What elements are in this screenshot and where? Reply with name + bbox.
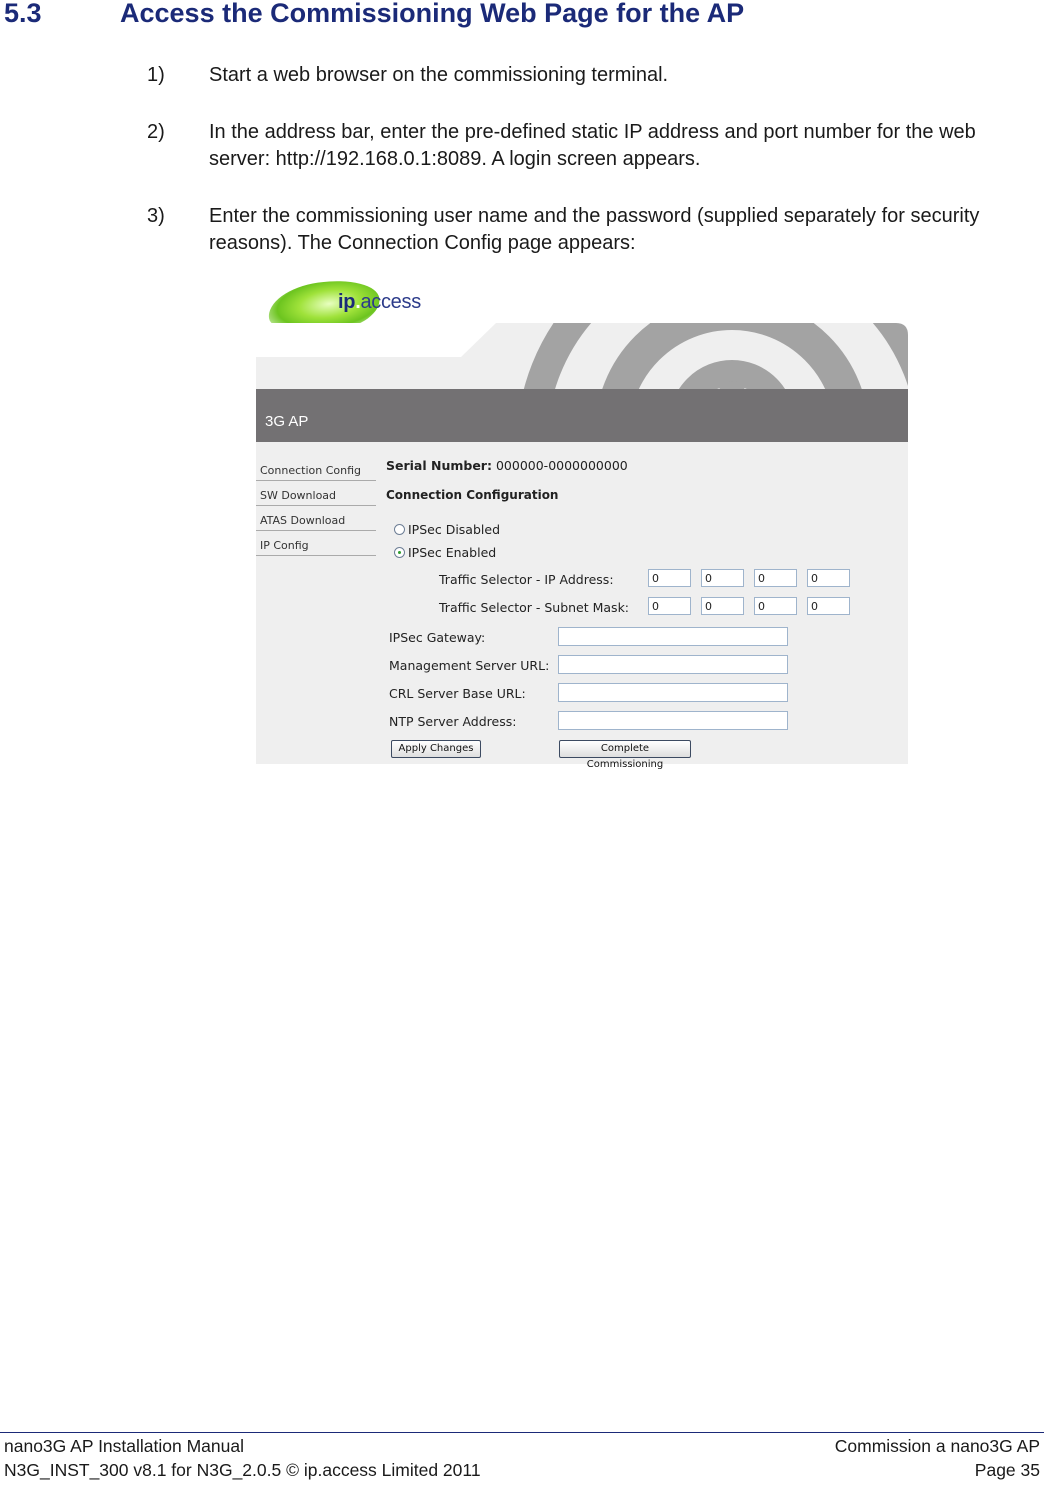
connection-config-screenshot: ip.access 3G AP Connection Config SW Dow…	[256, 274, 908, 770]
app-title: 3G AP	[265, 413, 309, 430]
management-server-url-label: Management Server URL:	[389, 658, 550, 673]
step-text: Enter the commissioning user name and th…	[209, 204, 980, 255]
nav-ip-config[interactable]: IP Config	[256, 531, 376, 556]
nav-sw-download[interactable]: SW Download	[256, 481, 376, 506]
serial-label: Serial Number:	[386, 458, 492, 473]
section-heading: 5.3 Access the Commissioning Web Page for…	[4, 0, 744, 29]
traffic-selector-ip-label: Traffic Selector - IP Address:	[439, 572, 614, 587]
step-item: 3) Enter the commissioning user name and…	[147, 203, 1042, 258]
logo-access: access	[360, 291, 421, 313]
nav-connection-config[interactable]: Connection Config	[256, 456, 376, 481]
content-area: Connection Config SW Download ATAS Downl…	[256, 442, 908, 770]
ts-mask-octet-3[interactable]	[754, 597, 797, 615]
serial-number: Serial Number: 000000-0000000000	[386, 458, 628, 473]
footer-document-id: N3G_INST_300 v8.1 for N3G_2.0.5 © ip.acc…	[4, 1460, 481, 1480]
ts-mask-octet-4[interactable]	[807, 597, 850, 615]
page-footer: nano3G AP Installation Manual N3G_INST_3…	[0, 1432, 1044, 1480]
steps-list: 1) Start a web browser on the commission…	[147, 62, 1042, 287]
app-titlebar: 3G AP	[256, 389, 908, 442]
step-number: 1)	[147, 64, 165, 86]
ipsec-gateway-input[interactable]	[558, 627, 788, 646]
step-item: 2) In the address bar, enter the pre-def…	[147, 119, 1042, 174]
step-text: In the address bar, enter the pre-define…	[209, 120, 976, 171]
section-title: Access the Commissioning Web Page for th…	[120, 0, 745, 28]
step-text: Start a web browser on the commissioning…	[209, 64, 669, 86]
step-item: 1) Start a web browser on the commission…	[147, 62, 1042, 90]
ntp-server-address-label: NTP Server Address:	[389, 714, 517, 729]
ts-mask-octet-1[interactable]	[648, 597, 691, 615]
crl-server-base-url-label: CRL Server Base URL:	[389, 686, 526, 701]
ipsec-disabled-option[interactable]: IPSec Disabled	[394, 522, 500, 537]
ipsec-gateway-label: IPSec Gateway:	[389, 630, 486, 645]
nav-atas-download[interactable]: ATAS Download	[256, 506, 376, 531]
ts-mask-octet-2[interactable]	[701, 597, 744, 615]
ts-ip-octet-2[interactable]	[701, 569, 744, 587]
footer-manual-title: nano3G AP Installation Manual	[4, 1436, 244, 1456]
radio-unchecked-icon[interactable]	[394, 524, 405, 535]
ntp-server-address-input[interactable]	[558, 711, 788, 730]
radio-checked-icon[interactable]	[394, 547, 405, 558]
footer-page-number: Page 35	[974, 1460, 1040, 1480]
side-nav: Connection Config SW Download ATAS Downl…	[256, 456, 376, 556]
header-banner	[256, 323, 908, 389]
crl-server-base-url-input[interactable]	[558, 683, 788, 702]
connection-configuration-title: Connection Configuration	[386, 488, 559, 502]
ts-ip-octet-3[interactable]	[754, 569, 797, 587]
ts-ip-octet-4[interactable]	[807, 569, 850, 587]
serial-value: 000000-0000000000	[495, 458, 628, 473]
management-server-url-input[interactable]	[558, 655, 788, 674]
footer-chapter: Commission a nano3G AP	[834, 1436, 1040, 1456]
logo-ip: ip	[338, 291, 356, 313]
complete-commissioning-button[interactable]: Complete Commissioning	[559, 740, 691, 770]
step-number: 3)	[147, 204, 165, 227]
ipsec-enabled-option[interactable]: IPSec Enabled	[394, 545, 496, 560]
step-number: 2)	[147, 120, 165, 143]
logo-wordmark: ip.access	[338, 291, 421, 314]
radio-label: IPSec Disabled	[408, 522, 500, 537]
concentric-rings-graphic	[517, 323, 908, 389]
section-number: 5.3	[4, 0, 42, 28]
ts-ip-octet-1[interactable]	[648, 569, 691, 587]
traffic-selector-mask-label: Traffic Selector - Subnet Mask:	[439, 600, 630, 615]
radio-label: IPSec Enabled	[408, 545, 497, 560]
apply-changes-button[interactable]: Apply Changes	[391, 740, 481, 758]
